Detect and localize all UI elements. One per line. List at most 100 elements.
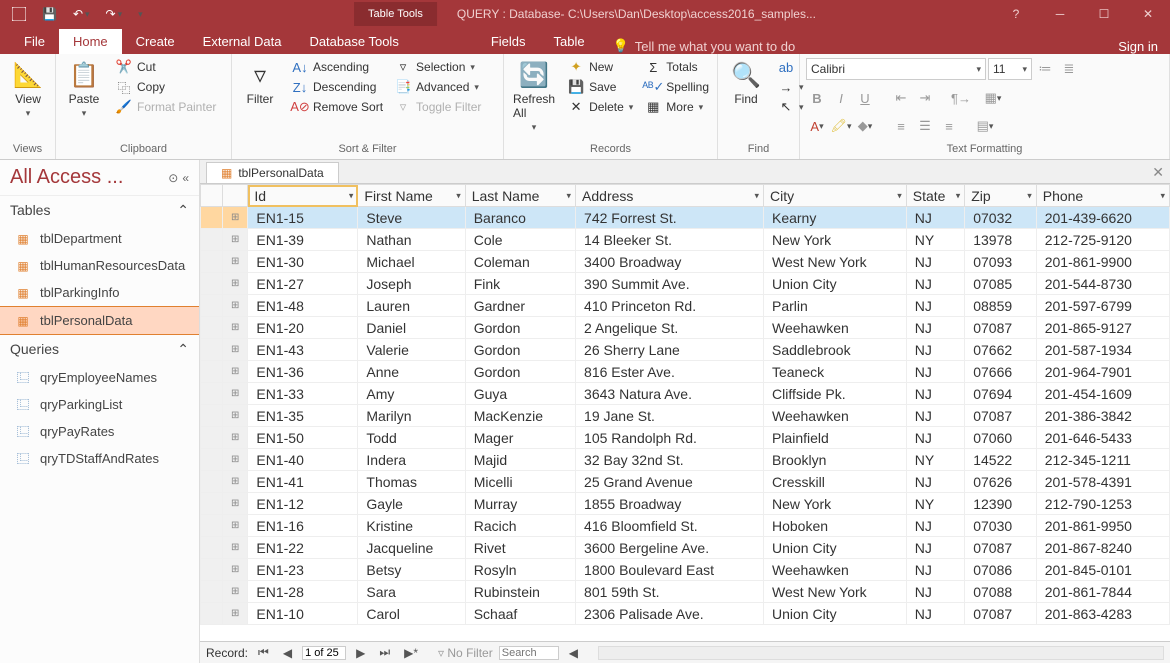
cell[interactable]: Gordon (465, 339, 575, 361)
cell[interactable]: Coleman (465, 251, 575, 273)
cell[interactable]: Rivet (465, 537, 575, 559)
cell[interactable]: EN1-23 (248, 559, 358, 581)
cell[interactable]: EN1-12 (248, 493, 358, 515)
table-row[interactable]: ⊞EN1-43ValerieGordon26 Sherry LaneSaddle… (201, 339, 1170, 361)
cell[interactable]: New York (763, 493, 906, 515)
expand-row-icon[interactable]: ⊞ (223, 559, 248, 581)
cell[interactable]: Todd (358, 427, 465, 449)
close-button[interactable]: ✕ (1126, 0, 1170, 28)
cell[interactable]: 801 59th St. (576, 581, 764, 603)
cell[interactable]: Hoboken (763, 515, 906, 537)
cell[interactable]: Teaneck (763, 361, 906, 383)
cell[interactable]: Plainfield (763, 427, 906, 449)
cell[interactable]: NJ (906, 559, 964, 581)
expand-row-icon[interactable]: ⊞ (223, 207, 248, 229)
record-search-input[interactable] (499, 646, 559, 660)
expand-row-icon[interactable]: ⊞ (223, 339, 248, 361)
refresh-all-button[interactable]: 🔄 Refresh All ▾ (510, 58, 558, 136)
cell[interactable]: 816 Ester Ave. (576, 361, 764, 383)
cell[interactable]: Kristine (358, 515, 465, 537)
nav-item-tblDepartment[interactable]: ▦tblDepartment (0, 225, 199, 252)
row-selector[interactable] (201, 493, 223, 515)
cell[interactable]: NJ (906, 603, 964, 625)
cell[interactable]: 26 Sherry Lane (576, 339, 764, 361)
indent-decrease-icon[interactable]: ⇤ (890, 88, 912, 108)
cell[interactable]: EN1-22 (248, 537, 358, 559)
copy-button[interactable]: ⿻Copy (114, 78, 218, 96)
cell[interactable]: 08859 (965, 295, 1037, 317)
cell[interactable]: 201-861-7844 (1036, 581, 1169, 603)
cell[interactable]: 201-587-1934 (1036, 339, 1169, 361)
format-painter-button[interactable]: 🖌️Format Painter (114, 98, 218, 116)
advanced-button[interactable]: 📑Advanced ▾ (393, 78, 483, 96)
cell[interactable]: Daniel (358, 317, 465, 339)
row-selector[interactable] (201, 559, 223, 581)
cell[interactable]: Joseph (358, 273, 465, 295)
cell[interactable]: 3643 Natura Ave. (576, 383, 764, 405)
cell[interactable]: 07087 (965, 603, 1037, 625)
highlight-button[interactable]: 🖍▾ (830, 116, 852, 136)
cell[interactable]: 201-867-8240 (1036, 537, 1169, 559)
underline-button[interactable]: U (854, 88, 876, 108)
align-left-button[interactable]: ≡ (890, 116, 912, 136)
row-selector[interactable] (201, 603, 223, 625)
nav-section-queries[interactable]: Queries⌃ (0, 335, 199, 364)
column-dropdown-icon[interactable]: ▾ (1027, 190, 1032, 201)
cell[interactable]: Schaaf (465, 603, 575, 625)
cell[interactable]: 07662 (965, 339, 1037, 361)
cell[interactable]: 14 Bleeker St. (576, 229, 764, 251)
cell[interactable]: MacKenzie (465, 405, 575, 427)
cell[interactable]: NJ (906, 405, 964, 427)
prev-record-button[interactable]: ◀ (279, 646, 296, 660)
cell[interactable]: EN1-30 (248, 251, 358, 273)
cell[interactable]: 07694 (965, 383, 1037, 405)
filter-button[interactable]: ▿ Filter (238, 58, 282, 109)
cell[interactable]: Brooklyn (763, 449, 906, 471)
row-selector[interactable] (201, 229, 223, 251)
alt-row-color-button[interactable]: ▤▾ (974, 116, 996, 136)
qat-customize-icon[interactable]: ▾ (138, 9, 143, 20)
column-header-last-name[interactable]: Last Name▾ (465, 185, 575, 207)
cell[interactable]: New York (763, 229, 906, 251)
cell[interactable]: EN1-50 (248, 427, 358, 449)
column-dropdown-icon[interactable]: ▾ (567, 190, 572, 201)
cell[interactable]: Mager (465, 427, 575, 449)
nav-item-qryPayRates[interactable]: ⿺qryPayRates (0, 418, 199, 445)
cell[interactable]: 07085 (965, 273, 1037, 295)
undo-icon[interactable]: ↶ ▾ (73, 7, 90, 21)
row-selector[interactable] (201, 405, 223, 427)
table-row[interactable]: ⊞EN1-50ToddMager105 Randolph Rd.Plainfie… (201, 427, 1170, 449)
cell[interactable]: NY (906, 449, 964, 471)
cell[interactable]: 201-386-3842 (1036, 405, 1169, 427)
view-button[interactable]: 📐 View ▾ (6, 58, 50, 122)
nav-item-qryEmployeeNames[interactable]: ⿺qryEmployeeNames (0, 364, 199, 391)
number-list-icon[interactable]: ≣ (1058, 59, 1080, 79)
column-header-phone[interactable]: Phone▾ (1036, 185, 1169, 207)
row-selector[interactable] (201, 339, 223, 361)
cell[interactable]: Murray (465, 493, 575, 515)
cell[interactable]: EN1-10 (248, 603, 358, 625)
object-tab[interactable]: ▦ tblPersonalData (206, 162, 339, 183)
tab-close-button[interactable]: ✕ (1152, 164, 1164, 181)
cell[interactable]: Weehawken (763, 559, 906, 581)
first-record-button[interactable]: ⏮ (254, 645, 273, 660)
cell[interactable]: 07086 (965, 559, 1037, 581)
cell[interactable]: NJ (906, 581, 964, 603)
cell[interactable]: Valerie (358, 339, 465, 361)
cell[interactable]: EN1-36 (248, 361, 358, 383)
row-selector[interactable] (201, 207, 223, 229)
column-dropdown-icon[interactable]: ▾ (1160, 190, 1165, 201)
expand-row-icon[interactable]: ⊞ (223, 273, 248, 295)
row-selector[interactable] (201, 295, 223, 317)
cell[interactable]: EN1-16 (248, 515, 358, 537)
expand-row-icon[interactable]: ⊞ (223, 515, 248, 537)
cell[interactable]: 212-725-9120 (1036, 229, 1169, 251)
cell[interactable]: 25 Grand Avenue (576, 471, 764, 493)
cell[interactable]: Lauren (358, 295, 465, 317)
table-row[interactable]: ⊞EN1-33AmyGuya3643 Natura Ave.Cliffside … (201, 383, 1170, 405)
row-selector[interactable] (201, 251, 223, 273)
cell[interactable]: Sara (358, 581, 465, 603)
row-selector[interactable] (201, 383, 223, 405)
row-selector[interactable] (201, 317, 223, 339)
cell[interactable]: NJ (906, 251, 964, 273)
